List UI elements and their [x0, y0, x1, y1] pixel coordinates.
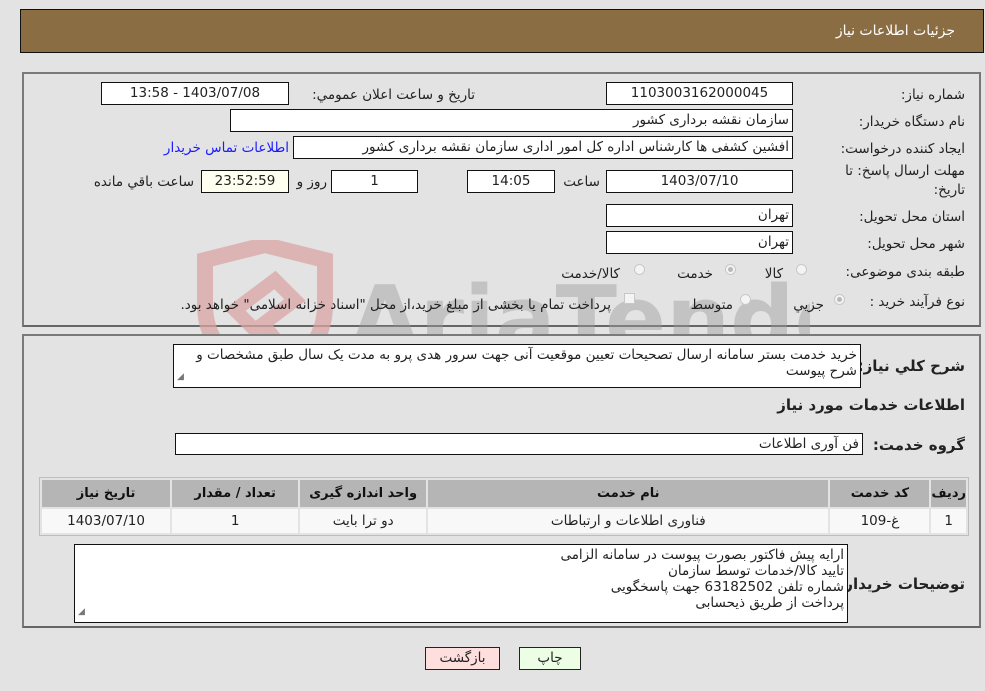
deadline-time-label: ساعت — [563, 174, 600, 190]
deadline-date-field[interactable]: 1403/07/10 — [606, 170, 793, 193]
col-header-service-name: نام خدمت — [428, 480, 829, 507]
table-row: 1 غ-109 فناوری اطلاعات و ارتباطات دو ترا… — [42, 509, 966, 533]
buyer-notes-line: پرداخت از طریق ذیحسابی — [695, 595, 844, 611]
cell-service-name: فناوری اطلاعات و ارتباطات — [428, 509, 829, 533]
col-header-row-number: ردیف — [931, 480, 966, 507]
purchase-type-medium-radio[interactable] — [740, 294, 751, 305]
buyer-notes-textarea[interactable]: ارایه پیش فاکتور بصورت پیوست در سامانه ا… — [74, 544, 848, 623]
purchase-type-medium-label: متوسط — [690, 297, 733, 313]
purchase-type-minor-radio[interactable] — [834, 294, 845, 305]
category-goods-service-label: کالا/خدمت — [561, 266, 620, 282]
service-group-field[interactable]: فن آوری اطلاعات — [175, 433, 863, 455]
buyer-org-field[interactable]: سازمان نقشه برداری کشور — [230, 109, 793, 132]
requester-label: ایجاد کننده درخواست: — [840, 141, 965, 157]
resize-handle-icon[interactable]: ◢ — [177, 369, 184, 385]
cell-quantity: 1 — [172, 509, 299, 533]
need-number-label: شماره نیاز: — [900, 87, 965, 103]
purchase-type-label: نوع فرآیند خرید : — [869, 294, 965, 310]
description-label: شرح کلي نیاز: — [857, 357, 965, 375]
category-goods-label: کالا — [764, 266, 783, 282]
treasury-checkbox[interactable] — [624, 293, 635, 304]
announce-datetime-field[interactable]: 1403/07/08 - 13:58 — [101, 82, 289, 105]
announce-datetime-label: تاریخ و ساعت اعلان عمومي: — [312, 87, 475, 103]
category-label: طبقه بندی موضوعی: — [845, 264, 965, 280]
page-header: جزئیات اطلاعات نیاز — [20, 9, 984, 53]
category-goods-radio[interactable] — [796, 264, 807, 275]
remaining-days-field[interactable]: 1 — [331, 170, 418, 193]
province-field[interactable]: تهران — [606, 204, 793, 227]
resize-handle-icon[interactable]: ◢ — [78, 604, 85, 620]
services-section-title: اطلاعات خدمات مورد نیاز — [777, 396, 965, 414]
col-header-need-date: تاریخ نیاز — [42, 480, 171, 507]
need-number-field[interactable]: 1103003162000045 — [606, 82, 793, 105]
buyer-notes-line: ارایه پیش فاکتور بصورت پیوست در سامانه ا… — [560, 547, 844, 563]
city-label: شهر محل تحویل: — [867, 236, 965, 252]
cell-unit: دو ترا بایت — [300, 509, 427, 533]
deadline-label-line2: تاریخ: — [933, 182, 965, 198]
treasury-checkbox-label: پرداخت تمام یا بخشی از مبلغ خرید،از محل … — [180, 297, 611, 313]
buyer-notes-line: شماره تلفن 63182502 جهت پاسخگویی — [610, 579, 844, 595]
col-header-unit: واحد اندازه گیری — [300, 480, 427, 507]
days-label: روز و — [296, 174, 327, 190]
deadline-label-line1: مهلت ارسال پاسخ: تا — [845, 163, 965, 179]
buyer-contact-link[interactable]: اطلاعات تماس خریدار — [164, 140, 289, 156]
table-header-row: ردیف کد خدمت نام خدمت واحد اندازه گیری ت… — [42, 480, 966, 507]
requester-field[interactable]: افشین کشفی ها کارشناس اداره کل امور ادار… — [293, 136, 793, 159]
remaining-time-field[interactable]: 23:52:59 — [201, 170, 289, 193]
cell-service-code: غ-109 — [830, 509, 930, 533]
print-button[interactable]: چاپ — [519, 647, 581, 670]
col-header-quantity: تعداد / مقدار — [172, 480, 299, 507]
services-table: ردیف کد خدمت نام خدمت واحد اندازه گیری ت… — [39, 477, 969, 536]
cell-row-number: 1 — [931, 509, 966, 533]
purchase-type-minor-label: جزيي — [793, 297, 824, 313]
col-header-service-code: کد خدمت — [830, 480, 930, 507]
cell-need-date: 1403/07/10 — [42, 509, 171, 533]
remaining-time-label: ساعت باقي مانده — [93, 174, 194, 190]
buyer-notes-label: توضیحات خریدار: — [838, 575, 965, 593]
description-text: خرید خدمت بستر سامانه ارسال تصحیحات تعیی… — [196, 347, 857, 379]
province-label: استان محل تحویل: — [859, 209, 965, 225]
service-group-label: گروه خدمت: — [872, 436, 965, 454]
buyer-notes-line: تایید کالا/خدمات توسط سازمان — [668, 563, 844, 579]
buyer-org-label: نام دستگاه خریدار: — [858, 114, 965, 130]
city-field[interactable]: تهران — [606, 231, 793, 254]
back-button[interactable]: بازگشت — [425, 647, 500, 670]
deadline-time-field[interactable]: 14:05 — [467, 170, 555, 193]
page-title: جزئیات اطلاعات نیاز — [835, 23, 955, 39]
description-textarea[interactable]: خرید خدمت بستر سامانه ارسال تصحیحات تعیی… — [173, 344, 861, 388]
category-goods-service-radio[interactable] — [634, 264, 645, 275]
category-service-label: خدمت — [677, 266, 713, 282]
category-service-radio[interactable] — [725, 264, 736, 275]
